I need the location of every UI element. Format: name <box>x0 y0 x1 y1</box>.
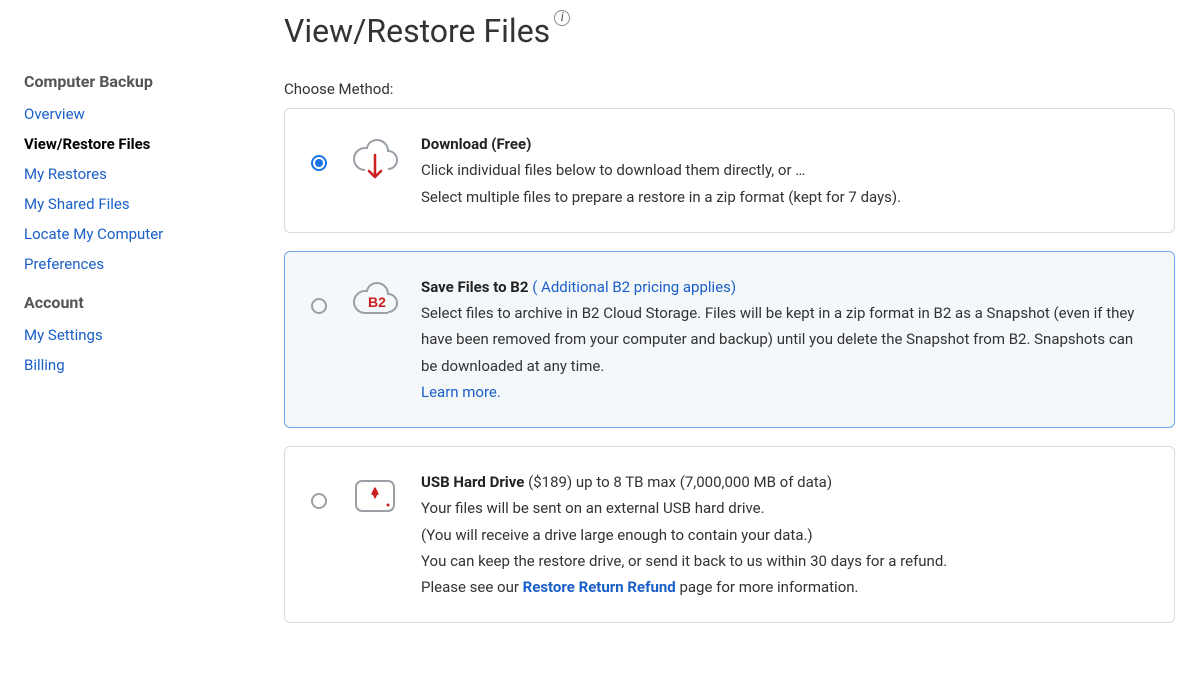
page-title: View/Restore Files i <box>284 12 1175 50</box>
method-b2[interactable]: B2 Save Files to B2 ( Additional B2 pric… <box>284 251 1175 428</box>
method-download[interactable]: Download (Free) Click individual files b… <box>284 108 1175 233</box>
sidebar-item-my-shared-files[interactable]: My Shared Files <box>24 195 284 213</box>
method-download-title: Download (Free) <box>421 135 531 153</box>
method-usb-line3: You can keep the restore drive, or send … <box>421 548 1150 574</box>
sidebar-item-my-settings[interactable]: My Settings <box>24 326 284 344</box>
sidebar-item-view-restore-files[interactable]: View/Restore Files <box>24 135 284 153</box>
restore-return-refund-link[interactable]: Restore Return Refund <box>523 578 676 596</box>
sidebar-item-locate-my-computer[interactable]: Locate My Computer <box>24 225 284 243</box>
radio-download[interactable] <box>311 155 327 171</box>
svg-text:B2: B2 <box>368 294 386 310</box>
cloud-download-icon <box>350 137 400 183</box>
sidebar-item-billing[interactable]: Billing <box>24 356 284 374</box>
method-usb[interactable]: USB Hard Drive ($189) up to 8 TB max (7,… <box>284 446 1175 623</box>
method-download-line1: Click individual files below to download… <box>421 157 1150 183</box>
page-title-text: View/Restore Files <box>284 12 550 50</box>
sidebar-item-my-restores[interactable]: My Restores <box>24 165 284 183</box>
radio-b2[interactable] <box>311 298 327 314</box>
choose-method-label: Choose Method: <box>284 80 1175 98</box>
method-usb-line4b: page for more information. <box>676 578 859 596</box>
method-usb-title-extra: ($189) up to 8 TB max (7,000,000 MB of d… <box>524 473 832 491</box>
method-usb-line2: (You will receive a drive large enough t… <box>421 522 1150 548</box>
sidebar-item-preferences[interactable]: Preferences <box>24 255 284 273</box>
method-usb-line4a: Please see our <box>421 578 523 596</box>
method-download-line2: Select multiple files to prepare a resto… <box>421 184 1150 210</box>
cloud-b2-icon: B2 <box>350 280 400 320</box>
main-content: View/Restore Files i Choose Method: Down… <box>284 12 1175 641</box>
b2-pricing-link[interactable]: ( Additional B2 pricing applies) <box>532 278 736 296</box>
method-b2-body: Select files to archive in B2 Cloud Stor… <box>421 300 1150 379</box>
sidebar-item-overview[interactable]: Overview <box>24 105 284 123</box>
method-b2-title: Save Files to B2 <box>421 278 528 296</box>
info-icon[interactable]: i <box>554 10 570 26</box>
radio-usb[interactable] <box>311 493 327 509</box>
usb-drive-icon <box>350 475 400 519</box>
sidebar-section-account: Account <box>24 293 284 312</box>
method-usb-title: USB Hard Drive <box>421 473 524 491</box>
b2-learn-more-link[interactable]: Learn more. <box>421 383 501 401</box>
sidebar: Computer Backup Overview View/Restore Fi… <box>24 12 284 641</box>
sidebar-section-computer-backup: Computer Backup <box>24 72 284 91</box>
method-usb-line1: Your files will be sent on an external U… <box>421 495 1150 521</box>
